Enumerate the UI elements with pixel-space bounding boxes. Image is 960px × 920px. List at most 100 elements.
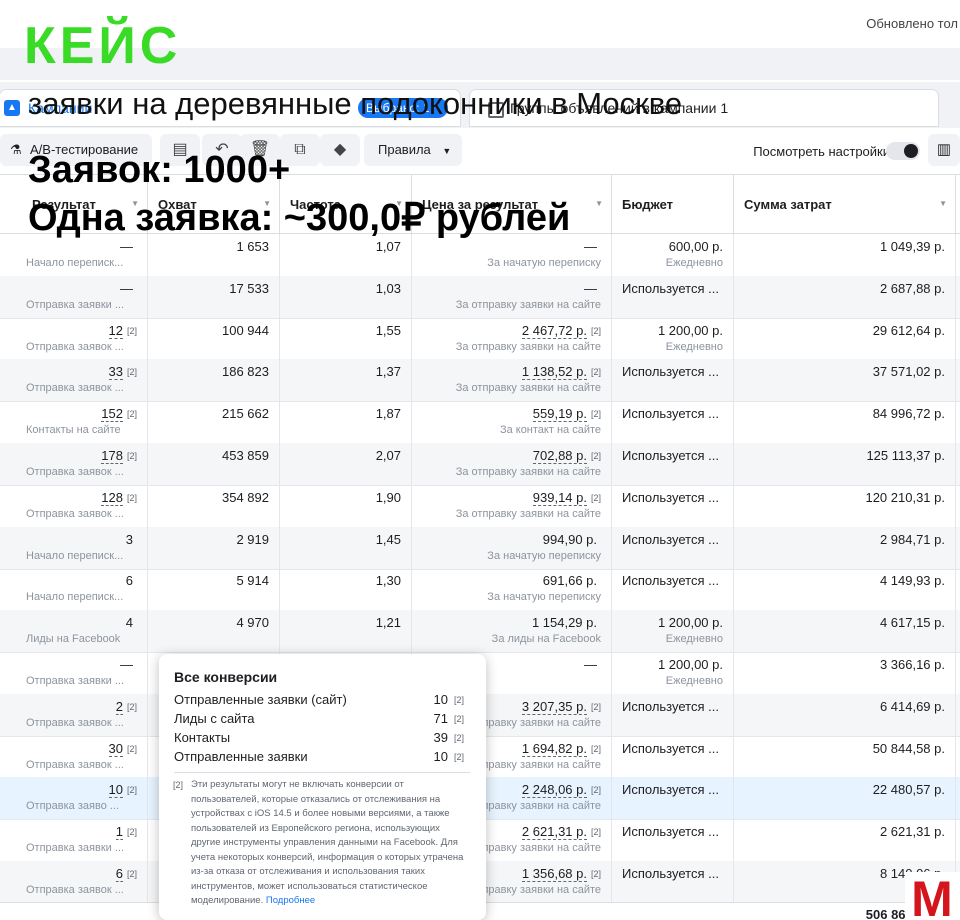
budget-period: Ежедневно bbox=[665, 257, 723, 269]
result-value: — bbox=[120, 657, 133, 672]
footnote-mark: [2] bbox=[590, 492, 601, 503]
cell-budget: Используется ... bbox=[612, 359, 734, 402]
columns-icon[interactable]: ▥ bbox=[928, 134, 960, 166]
footnote-mark: [2] bbox=[453, 714, 464, 724]
cell-budget: 600,00 р. Ежедневно bbox=[612, 234, 734, 276]
cost-type: За начатую переписку bbox=[487, 591, 601, 604]
result-type: Контакты на сайте bbox=[26, 424, 121, 437]
spent-value: 3 366,16 р. bbox=[879, 657, 945, 672]
cell-reach: 17 533 bbox=[148, 275, 280, 318]
cost-value: 1 154,29 р. bbox=[531, 615, 597, 631]
cost-type: За лиды на Facebook bbox=[491, 633, 601, 646]
cell-result: 12 [2] Отправка заявок ... bbox=[0, 317, 148, 360]
table-row[interactable]: 12 [2] Отправка заявок ... 100 944 1,55 2 467… bbox=[0, 317, 960, 361]
footnote-mark: [2] bbox=[126, 367, 137, 378]
cost-value-wrap: 702,88 р. [2] bbox=[532, 448, 601, 464]
result-value-wrap: — bbox=[120, 657, 137, 672]
budget-value: Используется ... bbox=[622, 866, 719, 881]
cost-value: 1 356,68 р. bbox=[521, 866, 587, 882]
result-type: Отправка заявки ... bbox=[26, 842, 125, 855]
cell-cost-per-result: — За начатую переписку bbox=[412, 234, 612, 276]
cell-reach: 186 823 bbox=[148, 359, 280, 402]
popover-note: Эти результаты могут не включать конверс… bbox=[191, 778, 471, 909]
cell-budget: Используется ... bbox=[612, 443, 734, 485]
cell-result: 128 [2] Отправка заявок ... bbox=[0, 484, 148, 527]
result-value: 1 bbox=[115, 824, 123, 841]
cell-result: — Отправка заявки ... bbox=[0, 652, 148, 694]
table-row[interactable]: 178 [2] Отправка заявок ... 453 859 2,07 702,… bbox=[0, 443, 960, 486]
table-row[interactable]: — Начало переписк... 1 653 1,07 — За начатую … bbox=[0, 234, 960, 277]
reach-value: 4 970 bbox=[236, 615, 269, 631]
cost-value: — bbox=[584, 239, 597, 254]
table-row[interactable]: 152 [2] Контакты на сайте 215 662 1,87 559,19… bbox=[0, 401, 960, 445]
cell-frequency: 1,07 bbox=[280, 234, 412, 276]
result-value: 128 bbox=[101, 489, 123, 506]
footnote-mark: [2] bbox=[590, 785, 601, 796]
footnote-mark: [2] bbox=[126, 827, 137, 838]
result-value-wrap: 6 bbox=[126, 573, 137, 588]
cost-value: 3 207,35 р. bbox=[521, 698, 587, 715]
table-row[interactable]: 128 [2] Отправка заявок ... 354 892 1,90 939,… bbox=[0, 484, 960, 528]
ads-manager-screen: Обновлено тол ▲ Кампании Выбрано: 1 Груп… bbox=[0, 0, 960, 920]
cell-reach: 354 892 bbox=[148, 484, 280, 527]
cell-amount-spent: 4 617,15 р. bbox=[734, 610, 956, 653]
cost-value-wrap: 1 138,52 р. [2] bbox=[521, 364, 601, 381]
rules-dropdown[interactable]: Правила ▼ bbox=[364, 134, 462, 166]
spent-value: 4 149,93 р. bbox=[879, 573, 945, 589]
cost-type: За отправку заявки на сайте bbox=[455, 382, 601, 395]
cost-value: 2 621,31 р. bbox=[521, 824, 587, 841]
spent-value: 29 612,64 р. bbox=[872, 322, 945, 338]
spent-value: 1 049,39 р. bbox=[879, 239, 945, 254]
tag-icon[interactable]: ◆ bbox=[320, 134, 360, 166]
result-value: 6 bbox=[115, 866, 123, 882]
frequency-value: 1,37 bbox=[375, 364, 401, 380]
footnote-mark: [2] bbox=[126, 409, 137, 420]
footnote-mark: [2] bbox=[173, 780, 184, 790]
reach-value: 2 919 bbox=[236, 531, 269, 547]
cost-type: За отправку заявки на сайте bbox=[455, 507, 601, 520]
popover-item-label: Отправленные заявки (сайт) bbox=[174, 692, 347, 707]
result-type: Отправка заявок ... bbox=[26, 716, 124, 729]
cell-reach: 453 859 bbox=[148, 443, 280, 485]
campaign-icon: ▲ bbox=[4, 100, 20, 116]
popover-item-value: 71 bbox=[433, 711, 448, 726]
table-row[interactable]: 33 [2] Отправка заявок ... 186 823 1,37 1 138… bbox=[0, 359, 960, 403]
brand-logo: M bbox=[905, 872, 960, 920]
cell-budget: 1 200,00 р. Ежедневно bbox=[612, 652, 734, 694]
cell-amount-spent: 2 984,71 р. bbox=[734, 526, 956, 569]
cost-value-wrap: 2 248,06 р. [2] bbox=[521, 782, 601, 799]
result-value: 6 bbox=[125, 573, 133, 589]
cell-amount-spent: 37 571,02 р. bbox=[734, 359, 956, 402]
frequency-value: 1,07 bbox=[375, 239, 401, 254]
spent-value: 120 210,31 р. bbox=[865, 489, 945, 505]
table-row[interactable]: 4 Лиды на Facebook 4 970 1,21 1 154,29 р. За … bbox=[0, 610, 960, 654]
spent-value: 50 844,58 р. bbox=[872, 740, 945, 756]
cell-budget: Используется ... bbox=[612, 693, 734, 736]
result-type: Отправка заявок ... bbox=[26, 382, 124, 395]
footnote-mark: [2] bbox=[126, 869, 137, 879]
frequency-value: 1,55 bbox=[375, 322, 401, 338]
cell-cost-per-result: 1 138,52 р. [2] За отправку заявки на сайт… bbox=[412, 359, 612, 402]
spent-value: 2 984,71 р. bbox=[879, 531, 945, 547]
col-amount-spent[interactable]: Сумма затрат ▼ bbox=[734, 175, 956, 233]
table-row[interactable]: 3 Начало переписк... 2 919 1,45 994,90 р. За … bbox=[0, 526, 960, 570]
table-row[interactable]: — Отправка заявки ... 17 533 1,03 — За отправ… bbox=[0, 275, 960, 319]
budget-value: Используется ... bbox=[622, 740, 719, 756]
table-row[interactable]: 6 Начало переписк... 5 914 1,30 691,66 р. За … bbox=[0, 568, 960, 612]
learn-more-link[interactable]: Подробнее bbox=[266, 895, 315, 906]
budget-value: 1 200,00 р. bbox=[657, 322, 723, 338]
spent-value: 37 571,02 р. bbox=[872, 364, 945, 380]
cell-budget: Используется ... bbox=[612, 861, 734, 903]
budget-value: Используется ... bbox=[622, 280, 719, 296]
col-budget[interactable]: Бюджет bbox=[612, 175, 734, 233]
view-settings-toggle[interactable] bbox=[886, 142, 920, 160]
result-value: 178 bbox=[101, 448, 123, 464]
result-value: 4 bbox=[125, 615, 133, 631]
cell-reach: 2 919 bbox=[148, 526, 280, 569]
cell-budget: 1 200,00 р. Ежедневно bbox=[612, 610, 734, 653]
footnote-mark: [2] bbox=[590, 743, 601, 754]
result-value-wrap: 33 [2] bbox=[108, 364, 137, 381]
spent-value: 6 414,69 р. bbox=[879, 698, 945, 714]
cell-cost-per-result: 559,19 р. [2] За контакт на сайте bbox=[412, 401, 612, 444]
case-subtitle: заявки на деревянные подоконники в Москв… bbox=[28, 86, 683, 121]
